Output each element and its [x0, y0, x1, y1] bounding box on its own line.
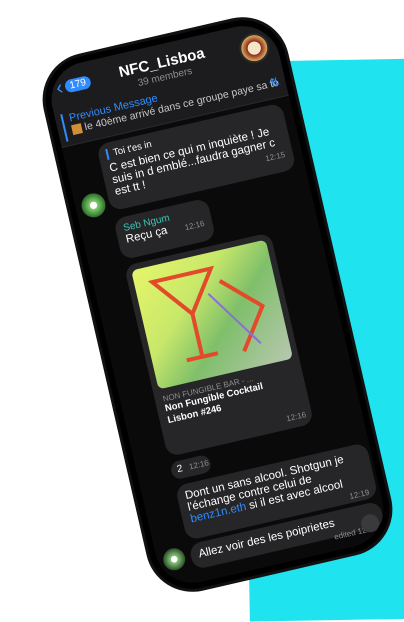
reaction-count: 2 [175, 463, 184, 476]
message-time: 12:16 [285, 410, 308, 424]
user-avatar[interactable] [161, 546, 188, 573]
nft-link-preview[interactable]: NON FUNGIBLE BAR - ... Non Fungible Cock… [123, 232, 315, 458]
pinned-thumbnail [70, 123, 83, 136]
reaction-time: 12:16 [188, 458, 210, 472]
user-avatar[interactable] [79, 190, 108, 220]
message-time: 12:16 [183, 218, 206, 233]
message-time: 12:19 [348, 487, 371, 502]
reaction-chip[interactable]: 2 12:16 [169, 453, 213, 481]
pin-list-icon[interactable]: ⇅ [268, 75, 281, 91]
cocktail-artwork [147, 265, 265, 363]
message-time: 12:15 [264, 150, 286, 164]
nft-image[interactable] [131, 239, 294, 390]
